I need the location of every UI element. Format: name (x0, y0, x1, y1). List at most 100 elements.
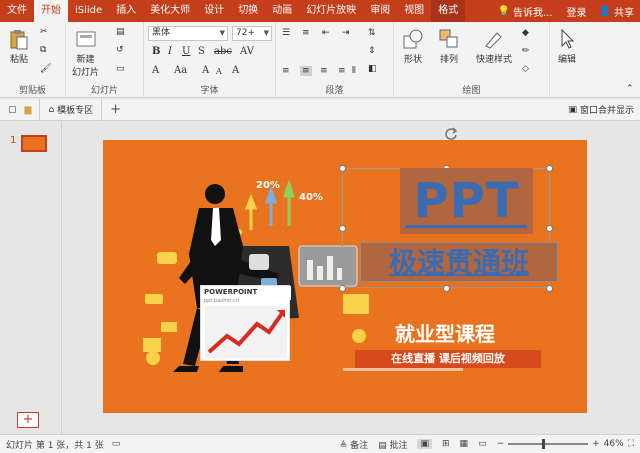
proofing-icon[interactable]: ▭ (112, 439, 121, 449)
edit-button[interactable]: 编辑 (556, 28, 578, 65)
clipboard-group: 粘贴 ✂ ⧉ 🖌 剪贴板 (0, 22, 66, 98)
resize-handle[interactable] (546, 285, 553, 292)
copy-icon[interactable]: ⧉ (40, 45, 46, 55)
justify-icon[interactable]: ≡ (338, 66, 346, 76)
bold-icon[interactable]: B (152, 46, 160, 57)
share-button[interactable]: 👤 共享 (593, 4, 640, 19)
slideshow-icon[interactable]: ▭ (478, 439, 487, 449)
zoom-slider-knob[interactable] (542, 439, 546, 449)
course-type-text[interactable]: 就业型课程 (385, 318, 505, 347)
slide-thumbnail[interactable] (21, 135, 47, 152)
quick-styles-button[interactable]: 快速样式 (476, 28, 512, 65)
align-text-icon[interactable]: ⇕ (368, 46, 376, 56)
strikethrough-icon[interactable]: abc (214, 46, 232, 57)
zoom-slider[interactable] (508, 439, 589, 449)
shape-effects-icon[interactable]: ◇ (522, 64, 529, 74)
tab-islide[interactable]: iSlide (68, 0, 109, 22)
template-zone-tab[interactable]: ⌂ 模板专区 (39, 98, 103, 121)
slide-title[interactable]: PPT (400, 168, 533, 234)
layout-icon[interactable]: ▤ (116, 27, 125, 37)
bullets-icon[interactable]: ☰ (282, 28, 290, 38)
align-center-icon[interactable]: ≡ (300, 66, 312, 76)
tell-me-label: 告诉我... (513, 7, 553, 19)
normal-view-icon[interactable]: ▣ (417, 439, 432, 449)
italic-icon[interactable]: I (168, 46, 172, 57)
resize-handle[interactable] (546, 225, 553, 232)
numbering-icon[interactable]: ≡ (302, 28, 310, 38)
format-painter-icon[interactable]: 🖌 (40, 64, 51, 74)
clear-format-icon[interactable]: A (232, 65, 239, 76)
new-slide-button[interactable]: 新建 幻灯片 (72, 28, 99, 78)
shape-button[interactable]: 形状 (402, 28, 424, 65)
resize-handle[interactable] (443, 285, 450, 292)
editing-group: 编辑 (550, 22, 590, 98)
add-slide-button[interactable]: + (17, 412, 39, 428)
tab-transitions[interactable]: 切换 (231, 0, 265, 22)
slides-group-label: 幻灯片 (90, 86, 118, 96)
ribbon-tab-bar: 文件 开始 iSlide 插入 美化大师 设计 切换 动画 幻灯片放映 审阅 视… (0, 0, 640, 22)
slide-sorter-icon[interactable]: ⊞ (442, 439, 450, 449)
arrange-icon (439, 29, 458, 48)
shrink-font-icon[interactable]: A (216, 67, 222, 76)
spacing-icon[interactable]: AV (240, 46, 254, 57)
align-right-icon[interactable]: ≡ (320, 66, 328, 76)
comments-button[interactable]: ▤ 批注 (378, 438, 407, 451)
tab-home[interactable]: 开始 (34, 0, 68, 22)
tab-animations[interactable]: 动画 (265, 0, 299, 22)
tab-file[interactable]: 文件 (0, 0, 34, 22)
resize-handle[interactable] (339, 225, 346, 232)
shapes-icon (403, 29, 423, 49)
cut-icon[interactable]: ✂ (40, 27, 48, 37)
new-tab-button[interactable]: + (102, 102, 129, 117)
tagline-banner[interactable]: 在线直播 课后视频回放 (355, 350, 541, 368)
resize-handle[interactable] (339, 165, 346, 172)
folder-icon[interactable]: ▆ (21, 105, 40, 115)
resize-handle[interactable] (546, 165, 553, 172)
tab-beautify[interactable]: 美化大师 (143, 0, 197, 22)
font-color-icon[interactable]: A (152, 65, 159, 76)
notes-button[interactable]: ≜ 备注 (340, 438, 368, 451)
new-slide-label-2: 幻灯片 (72, 68, 100, 78)
resize-handle[interactable] (339, 285, 346, 292)
new-doc-icon[interactable]: ▢ (0, 105, 21, 115)
drawing-group: 形状 排列 快速样式 ◆ ✏ ◇ 绘图 (394, 22, 550, 98)
text-direction-icon[interactable]: ⇅ (368, 28, 376, 38)
arrange-button[interactable]: 排列 (438, 28, 460, 65)
reset-icon[interactable]: ↺ (116, 45, 124, 55)
tab-slideshow[interactable]: 幻灯片放映 (299, 0, 363, 22)
fit-to-window-icon[interactable]: ⛶ (628, 439, 634, 449)
merge-window-button[interactable]: ▣ 窗口合并显示 (568, 103, 640, 117)
align-left-icon[interactable]: ≡ (282, 66, 290, 76)
tab-review[interactable]: 审阅 (363, 0, 397, 22)
zoom-percent[interactable]: 46% (604, 439, 624, 449)
slide[interactable]: 20% 40% POWERPOINT ppt.baohot.cn PPT 极速贯… (103, 140, 587, 413)
paste-button[interactable]: 粘贴 (8, 28, 30, 65)
change-case-icon[interactable]: Aa (174, 65, 187, 76)
zoom-out-icon[interactable]: − (497, 439, 505, 449)
shadow-icon[interactable]: S (198, 46, 205, 57)
indent-decrease-icon[interactable]: ⇤ (322, 28, 330, 38)
underline-icon[interactable]: U (182, 46, 190, 57)
indent-increase-icon[interactable]: ⇥ (342, 28, 350, 38)
window-icon: ▣ (568, 104, 577, 115)
rotate-handle-icon[interactable] (443, 126, 459, 142)
tab-insert[interactable]: 插入 (109, 0, 143, 22)
sign-in-link[interactable]: 登录 (561, 4, 593, 19)
smartart-icon[interactable]: ◧ (368, 64, 377, 74)
grow-font-icon[interactable]: A (202, 65, 209, 76)
slide-subtitle[interactable]: 极速贯通班 (360, 242, 558, 282)
tab-design[interactable]: 设计 (197, 0, 231, 22)
section-icon[interactable]: ▭ (116, 64, 125, 74)
reading-view-icon[interactable]: ▦ (460, 439, 469, 449)
collapse-ribbon-icon[interactable]: ⌃ (626, 84, 634, 94)
columns-icon[interactable]: ⫴ (352, 66, 356, 76)
tab-format[interactable]: 格式 (431, 0, 466, 22)
font-size-select[interactable]: 72+ ▼ (232, 26, 272, 41)
font-name-select[interactable]: 黑体 ▼ (148, 26, 228, 41)
shape-outline-icon[interactable]: ✏ (522, 46, 530, 56)
paragraph-group: ☰ ≡ ⇤ ⇥ ⇅ ⇕ ◧ ≡ ≡ ≡ ≡ ⫴ 段落 (276, 22, 394, 98)
tab-view[interactable]: 视图 (397, 0, 431, 22)
shape-fill-icon[interactable]: ◆ (522, 28, 529, 38)
tell-me-search[interactable]: 💡 告诉我... (490, 4, 561, 19)
zoom-in-icon[interactable]: + (592, 439, 600, 449)
